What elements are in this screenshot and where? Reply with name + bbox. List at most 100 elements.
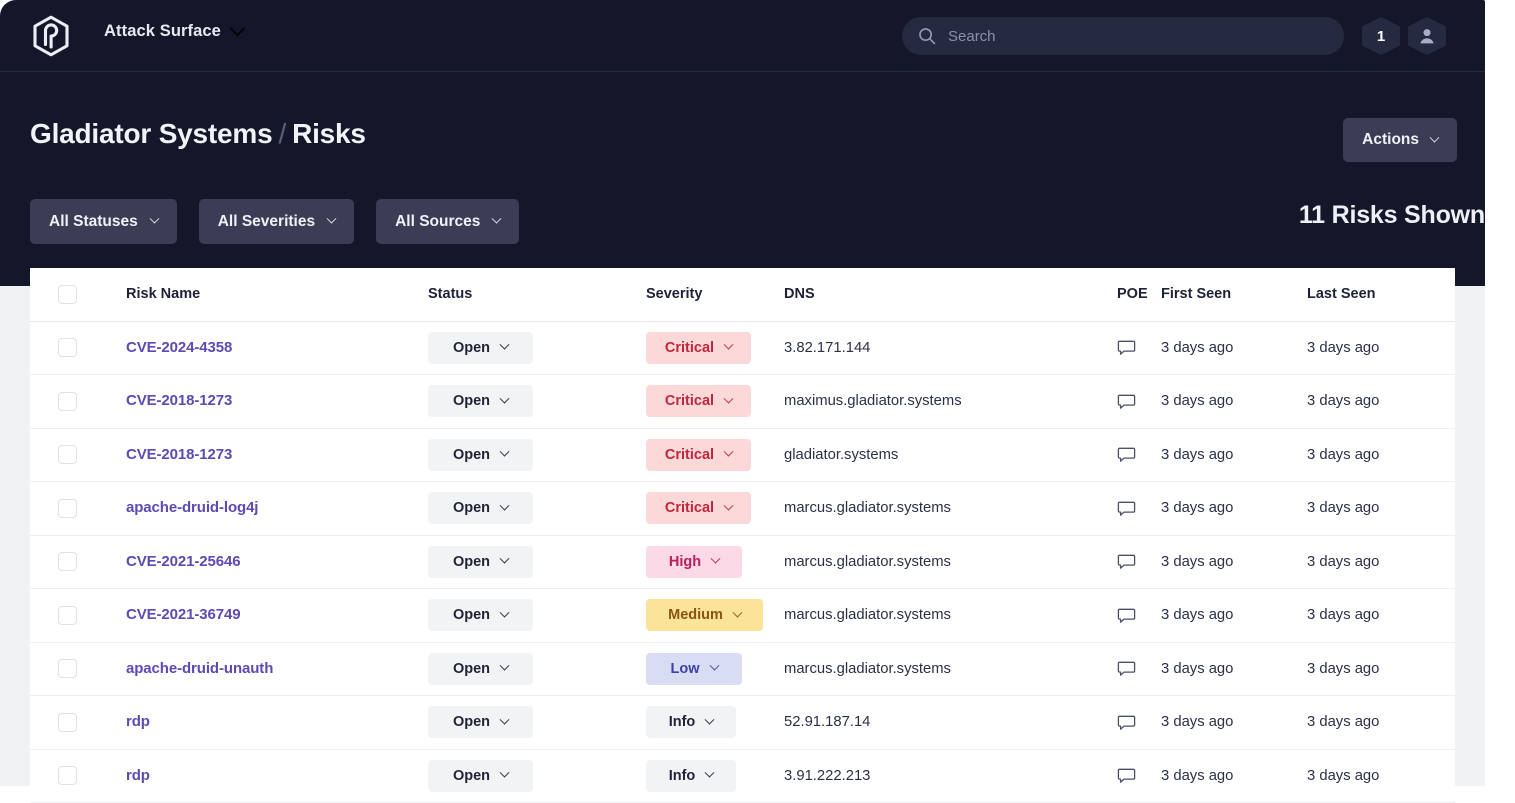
status-dropdown[interactable]: Open [428,759,533,792]
cell-first-seen: 3 days ago [1161,660,1234,677]
column-header-dns[interactable]: DNS [784,268,1117,321]
cell-severity: Medium [646,589,784,643]
table-row[interactable]: CVE-2018-1273 Open Critical gladiator.syste… [30,428,1455,482]
chevron-down-icon [723,393,734,404]
table-body: CVE-2024-4358 Open Critical 3.82.171.144 3 d… [30,321,1455,803]
cell-poe[interactable] [1117,375,1161,429]
notifications-button[interactable]: 1 [1362,17,1400,55]
breadcrumb: Gladiator Systems / Risks [30,118,366,150]
severity-label: Critical [664,446,715,463]
row-checkbox[interactable] [58,552,77,572]
cell-poe[interactable] [1117,482,1161,536]
risk-name-link[interactable]: apache-druid-log4j [98,499,258,516]
cell-poe[interactable] [1117,428,1161,482]
status-dropdown[interactable]: Open [428,652,533,685]
risk-name-link[interactable]: CVE-2018-1273 [98,446,232,463]
cell-poe[interactable] [1117,696,1161,750]
status-dropdown[interactable]: Open [428,438,533,471]
app-window: Attack Surface 1 Gladiator Systems/Risks… [0,0,1515,803]
chevron-down-icon [499,553,510,564]
table-row[interactable]: CVE-2021-36749 Open Medium marcus.gladiator… [30,589,1455,643]
table-row[interactable]: rdp Open Info 3.91.222.213 3 days ago 3 days … [30,749,1455,803]
risk-name-link[interactable]: rdp [98,713,150,730]
table-row[interactable]: apache-druid-unauth Open Low marcus.gladiat… [30,642,1455,696]
table-row[interactable]: CVE-2021-25646 Open High marcus.gladiator.s… [30,535,1455,589]
actions-button[interactable]: Actions [1343,118,1457,162]
search-input[interactable] [948,27,1328,45]
status-dropdown[interactable]: Open [428,706,533,739]
severity-dropdown[interactable]: Critical [646,385,751,418]
cell-dns: marcus.gladiator.systems [784,607,951,624]
risk-name-link[interactable]: CVE-2024-4358 [98,339,232,356]
column-header-status[interactable]: Status [428,268,646,321]
cell-severity: Critical [646,482,784,536]
severity-dropdown[interactable]: Critical [646,438,751,471]
status-dropdown[interactable]: Open [428,545,533,578]
select-all-header [30,268,98,321]
table-row[interactable]: CVE-2024-4358 Open Critical 3.82.171.144 3 d… [30,321,1455,375]
row-checkbox[interactable] [58,605,77,625]
cell-poe[interactable] [1117,749,1161,803]
cell-severity: Info [646,696,784,750]
column-header-risk-name[interactable]: Risk Name [98,268,428,321]
user-account-button[interactable] [1408,17,1446,55]
risk-name-link[interactable]: CVE-2021-25646 [98,553,241,570]
status-dropdown[interactable]: Open [428,331,533,364]
filter-all-sources[interactable]: All Sources [376,199,520,244]
severity-dropdown[interactable]: Info [646,706,736,739]
severity-dropdown[interactable]: Info [646,759,736,792]
chevron-down-icon [723,339,734,350]
risk-name-link[interactable]: rdp [98,767,150,784]
column-header-poe[interactable]: POE [1117,268,1161,321]
severity-label: Info [668,714,696,731]
filter-label: All Statuses [49,212,138,230]
status-dropdown[interactable]: Open [428,599,533,632]
status-dropdown[interactable]: Open [428,492,533,525]
table-row[interactable]: rdp Open Info 52.91.187.14 3 days ago 3 days … [30,696,1455,750]
cell-poe[interactable] [1117,589,1161,643]
severity-dropdown[interactable]: Critical [646,331,751,364]
severity-label: Critical [664,500,715,517]
row-checkbox[interactable] [58,712,77,732]
severity-dropdown[interactable]: Low [646,652,742,685]
row-checkbox[interactable] [58,338,77,358]
row-checkbox[interactable] [58,445,77,465]
table-row[interactable]: apache-druid-log4j Open Critical marcus.gla… [30,482,1455,536]
risks-table-card: Risk Name Status Severity DNS POE First … [30,268,1455,803]
cell-dns: maximus.gladiator.systems [784,393,962,410]
search-bar[interactable] [902,17,1344,55]
cell-poe[interactable] [1117,642,1161,696]
severity-dropdown[interactable]: Medium [646,599,763,632]
cell-severity: Info [646,749,784,803]
cell-risk-name: rdp [98,696,428,750]
comment-bubble-icon [1117,661,1136,677]
status-dropdown[interactable]: Open [428,385,533,418]
row-checkbox[interactable] [58,391,77,411]
brand-product-switcher[interactable]: Attack Surface [104,20,246,41]
column-header-severity[interactable]: Severity [646,268,784,321]
cell-poe[interactable] [1117,535,1161,589]
risk-name-link[interactable]: CVE-2021-36749 [98,606,241,623]
filter-all-statuses[interactable]: All Statuses [30,199,177,244]
severity-dropdown[interactable]: High [646,545,742,578]
filter-all-severities[interactable]: All Severities [198,199,355,244]
severity-dropdown[interactable]: Critical [646,492,751,525]
chevron-down-icon [709,660,719,671]
risk-name-link[interactable]: CVE-2018-1273 [98,392,232,409]
cell-last-seen: 3 days ago [1307,500,1380,517]
cell-status: Open [428,375,646,429]
column-header-first-seen[interactable]: First Seen [1161,268,1307,321]
cell-poe[interactable] [1117,321,1161,375]
row-checkbox[interactable] [58,498,77,518]
cell-risk-name: apache-druid-log4j [98,482,428,536]
app-logo[interactable] [28,13,74,59]
select-all-checkbox[interactable] [58,284,77,304]
row-checkbox[interactable] [58,766,77,786]
breadcrumb-parent[interactable]: Gladiator Systems [30,118,273,149]
risk-name-link[interactable]: apache-druid-unauth [98,660,273,677]
row-checkbox[interactable] [58,659,77,679]
table-row[interactable]: CVE-2018-1273 Open Critical maximus.gladiat… [30,375,1455,429]
chevron-down-icon [723,446,734,457]
top-navigation-bar: Attack Surface 1 [0,0,1485,72]
column-header-last-seen[interactable]: Last Seen [1307,268,1455,321]
